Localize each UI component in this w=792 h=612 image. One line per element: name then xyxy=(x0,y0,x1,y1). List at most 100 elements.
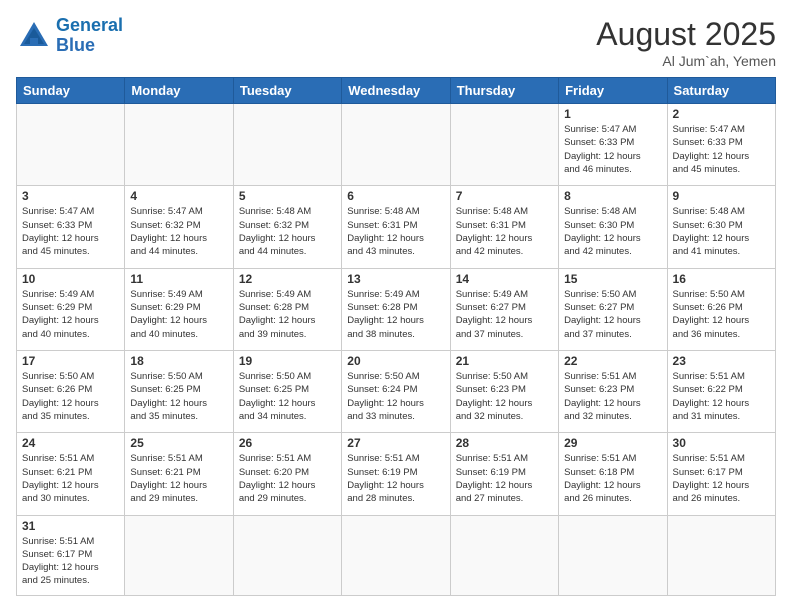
day-info: Sunrise: 5:48 AM Sunset: 6:30 PM Dayligh… xyxy=(564,205,661,258)
day-info: Sunrise: 5:49 AM Sunset: 6:28 PM Dayligh… xyxy=(347,288,444,341)
calendar-cell: 18 Sunrise: 5:50 AM Sunset: 6:25 PM Dayli… xyxy=(125,350,233,432)
calendar-cell: 14 Sunrise: 5:49 AM Sunset: 6:27 PM Dayli… xyxy=(450,268,558,350)
day-number: 14 xyxy=(456,272,553,286)
location-title: Al Jum`ah, Yemen xyxy=(596,53,776,69)
weekday-tuesday: Tuesday xyxy=(233,78,341,104)
page: General Blue August 2025 Al Jum`ah, Yeme… xyxy=(0,0,792,612)
calendar-cell: 26 Sunrise: 5:51 AM Sunset: 6:20 PM Dayli… xyxy=(233,433,341,515)
day-number: 26 xyxy=(239,436,336,450)
day-number: 6 xyxy=(347,189,444,203)
calendar-cell xyxy=(450,515,558,595)
day-number: 12 xyxy=(239,272,336,286)
day-number: 8 xyxy=(564,189,661,203)
day-info: Sunrise: 5:49 AM Sunset: 6:29 PM Dayligh… xyxy=(22,288,119,341)
day-number: 27 xyxy=(347,436,444,450)
logo-text: General Blue xyxy=(56,16,123,56)
calendar: SundayMondayTuesdayWednesdayThursdayFrid… xyxy=(16,77,776,596)
calendar-cell xyxy=(17,104,125,186)
day-number: 3 xyxy=(22,189,119,203)
week-row-4: 24Sunrise: 5:51 AM Sunset: 6:21 PM Dayli… xyxy=(17,433,776,515)
day-info: Sunrise: 5:48 AM Sunset: 6:31 PM Dayligh… xyxy=(347,205,444,258)
calendar-cell: 3Sunrise: 5:47 AM Sunset: 6:33 PM Daylig… xyxy=(17,186,125,268)
calendar-cell xyxy=(450,104,558,186)
calendar-cell: 22 Sunrise: 5:51 AM Sunset: 6:23 PM Dayli… xyxy=(559,350,667,432)
weekday-sunday: Sunday xyxy=(17,78,125,104)
day-number: 23 xyxy=(673,354,770,368)
day-info: Sunrise: 5:47 AM Sunset: 6:32 PM Dayligh… xyxy=(130,205,227,258)
week-row-5: 31Sunrise: 5:51 AM Sunset: 6:17 PM Dayli… xyxy=(17,515,776,595)
day-info: Sunrise: 5:51 AM Sunset: 6:17 PM Dayligh… xyxy=(673,452,770,505)
day-number: 20 xyxy=(347,354,444,368)
day-info: Sunrise: 5:51 AM Sunset: 6:21 PM Dayligh… xyxy=(130,452,227,505)
calendar-cell: 20Sunrise: 5:50 AM Sunset: 6:24 PM Dayli… xyxy=(342,350,450,432)
calendar-cell: 10 Sunrise: 5:49 AM Sunset: 6:29 PM Dayli… xyxy=(17,268,125,350)
calendar-cell: 4Sunrise: 5:47 AM Sunset: 6:32 PM Daylig… xyxy=(125,186,233,268)
day-info: Sunrise: 5:51 AM Sunset: 6:20 PM Dayligh… xyxy=(239,452,336,505)
weekday-thursday: Thursday xyxy=(450,78,558,104)
week-row-2: 10 Sunrise: 5:49 AM Sunset: 6:29 PM Dayli… xyxy=(17,268,776,350)
title-block: August 2025 Al Jum`ah, Yemen xyxy=(596,16,776,69)
weekday-header-row: SundayMondayTuesdayWednesdayThursdayFrid… xyxy=(17,78,776,104)
day-info: Sunrise: 5:47 AM Sunset: 6:33 PM Dayligh… xyxy=(673,123,770,176)
day-number: 18 xyxy=(130,354,227,368)
day-number: 22 xyxy=(564,354,661,368)
day-number: 10 xyxy=(22,272,119,286)
day-info: Sunrise: 5:48 AM Sunset: 6:30 PM Dayligh… xyxy=(673,205,770,258)
calendar-cell: 9 Sunrise: 5:48 AM Sunset: 6:30 PM Daylig… xyxy=(667,186,775,268)
logo: General Blue xyxy=(16,16,123,56)
month-title: August 2025 xyxy=(596,16,776,53)
day-info: Sunrise: 5:50 AM Sunset: 6:25 PM Dayligh… xyxy=(130,370,227,423)
calendar-cell: 11Sunrise: 5:49 AM Sunset: 6:29 PM Dayli… xyxy=(125,268,233,350)
day-info: Sunrise: 5:50 AM Sunset: 6:27 PM Dayligh… xyxy=(564,288,661,341)
day-number: 7 xyxy=(456,189,553,203)
day-info: Sunrise: 5:47 AM Sunset: 6:33 PM Dayligh… xyxy=(564,123,661,176)
logo-icon xyxy=(16,18,52,54)
calendar-cell: 7Sunrise: 5:48 AM Sunset: 6:31 PM Daylig… xyxy=(450,186,558,268)
weekday-wednesday: Wednesday xyxy=(342,78,450,104)
calendar-cell: 1 Sunrise: 5:47 AM Sunset: 6:33 PM Daylig… xyxy=(559,104,667,186)
week-row-1: 3Sunrise: 5:47 AM Sunset: 6:33 PM Daylig… xyxy=(17,186,776,268)
day-number: 19 xyxy=(239,354,336,368)
day-info: Sunrise: 5:49 AM Sunset: 6:28 PM Dayligh… xyxy=(239,288,336,341)
day-info: Sunrise: 5:49 AM Sunset: 6:27 PM Dayligh… xyxy=(456,288,553,341)
calendar-cell xyxy=(342,104,450,186)
calendar-cell xyxy=(667,515,775,595)
calendar-cell xyxy=(125,104,233,186)
weekday-monday: Monday xyxy=(125,78,233,104)
day-info: Sunrise: 5:50 AM Sunset: 6:23 PM Dayligh… xyxy=(456,370,553,423)
calendar-cell: 16 Sunrise: 5:50 AM Sunset: 6:26 PM Dayli… xyxy=(667,268,775,350)
calendar-cell: 12 Sunrise: 5:49 AM Sunset: 6:28 PM Dayli… xyxy=(233,268,341,350)
day-number: 29 xyxy=(564,436,661,450)
day-number: 1 xyxy=(564,107,661,121)
day-number: 5 xyxy=(239,189,336,203)
logo-general: General xyxy=(56,15,123,35)
calendar-cell: 23Sunrise: 5:51 AM Sunset: 6:22 PM Dayli… xyxy=(667,350,775,432)
logo-blue: Blue xyxy=(56,35,95,55)
day-info: Sunrise: 5:50 AM Sunset: 6:26 PM Dayligh… xyxy=(22,370,119,423)
calendar-cell: 5Sunrise: 5:48 AM Sunset: 6:32 PM Daylig… xyxy=(233,186,341,268)
day-number: 21 xyxy=(456,354,553,368)
weekday-saturday: Saturday xyxy=(667,78,775,104)
calendar-cell xyxy=(559,515,667,595)
calendar-cell: 25 Sunrise: 5:51 AM Sunset: 6:21 PM Dayli… xyxy=(125,433,233,515)
day-info: Sunrise: 5:50 AM Sunset: 6:26 PM Dayligh… xyxy=(673,288,770,341)
weekday-friday: Friday xyxy=(559,78,667,104)
day-number: 11 xyxy=(130,272,227,286)
day-info: Sunrise: 5:51 AM Sunset: 6:19 PM Dayligh… xyxy=(456,452,553,505)
calendar-cell: 19Sunrise: 5:50 AM Sunset: 6:25 PM Dayli… xyxy=(233,350,341,432)
day-number: 13 xyxy=(347,272,444,286)
calendar-cell: 17Sunrise: 5:50 AM Sunset: 6:26 PM Dayli… xyxy=(17,350,125,432)
calendar-cell xyxy=(233,104,341,186)
week-row-3: 17Sunrise: 5:50 AM Sunset: 6:26 PM Dayli… xyxy=(17,350,776,432)
calendar-cell: 13 Sunrise: 5:49 AM Sunset: 6:28 PM Dayli… xyxy=(342,268,450,350)
day-info: Sunrise: 5:51 AM Sunset: 6:19 PM Dayligh… xyxy=(347,452,444,505)
calendar-cell xyxy=(233,515,341,595)
day-info: Sunrise: 5:51 AM Sunset: 6:23 PM Dayligh… xyxy=(564,370,661,423)
day-number: 9 xyxy=(673,189,770,203)
calendar-cell: 31Sunrise: 5:51 AM Sunset: 6:17 PM Dayli… xyxy=(17,515,125,595)
day-number: 30 xyxy=(673,436,770,450)
day-number: 16 xyxy=(673,272,770,286)
day-info: Sunrise: 5:51 AM Sunset: 6:17 PM Dayligh… xyxy=(22,535,119,588)
day-number: 25 xyxy=(130,436,227,450)
day-number: 28 xyxy=(456,436,553,450)
